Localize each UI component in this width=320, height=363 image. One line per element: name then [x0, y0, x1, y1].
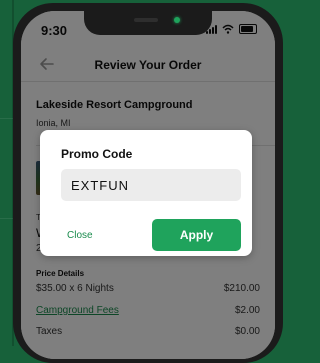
promo-code-dialog: Promo Code Close Apply — [40, 130, 252, 256]
speaker-grille — [134, 18, 158, 22]
close-button[interactable]: Close — [67, 230, 93, 241]
dialog-title: Promo Code — [61, 147, 133, 161]
promo-code-input[interactable] — [61, 169, 241, 201]
apply-button[interactable]: Apply — [152, 219, 241, 251]
camera-icon — [174, 17, 180, 23]
notch — [84, 11, 212, 35]
